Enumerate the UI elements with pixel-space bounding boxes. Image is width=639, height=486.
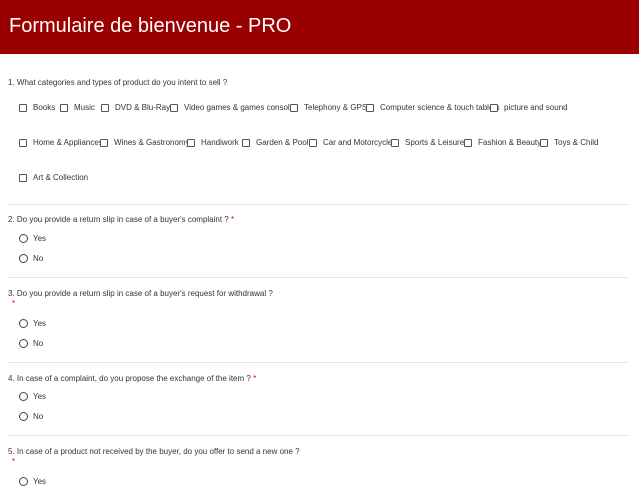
radio-circle[interactable] (19, 254, 28, 263)
form-title: Formulaire de bienvenue - PRO (9, 15, 292, 37)
checkbox-garden-pool[interactable]: Garden & Pool (242, 138, 308, 147)
checkbox-music[interactable]: Music (60, 103, 95, 112)
checkbox-handiwork[interactable]: Handiwork (187, 138, 239, 147)
checkbox-fashion-beauty[interactable]: Fashion & Beauty (464, 138, 541, 147)
checkbox-video-games[interactable]: Video games & games consoles (170, 103, 298, 112)
checkbox-box[interactable] (170, 103, 178, 112)
required-marker: * (12, 457, 16, 466)
radio-q2-yes[interactable]: Yes (19, 234, 46, 243)
radio-circle[interactable] (19, 477, 28, 486)
radio-circle[interactable] (19, 392, 28, 401)
checkbox-box[interactable] (309, 138, 317, 147)
checkbox-box[interactable] (19, 103, 27, 112)
radio-q4-yes[interactable]: Yes (19, 392, 46, 401)
checkbox-box[interactable] (464, 138, 472, 147)
form-content: 1. What categories and types of product … (0, 54, 639, 486)
radio-circle[interactable] (19, 339, 28, 348)
required-marker: * (231, 215, 235, 224)
question-1-label: 1. What categories and types of product … (8, 78, 228, 87)
divider (8, 204, 628, 205)
checkbox-box[interactable] (490, 103, 498, 112)
radio-circle[interactable] (19, 412, 28, 421)
checkbox-box[interactable] (540, 138, 548, 147)
checkbox-computer-science[interactable]: Computer science & touch tablets (366, 103, 500, 112)
checkbox-box[interactable] (391, 138, 399, 147)
checkbox-picture-sound[interactable]: picture and sound (490, 103, 568, 112)
radio-q4-no[interactable]: No (19, 412, 43, 421)
divider (8, 362, 628, 363)
required-marker: * (12, 299, 16, 308)
checkbox-box[interactable] (366, 103, 374, 112)
question-3-label: 3. Do you provide a return slip in case … (8, 289, 273, 298)
radio-circle[interactable] (19, 319, 28, 328)
checkbox-wines-gastronomy[interactable]: Wines & Gastronomy (100, 138, 190, 147)
checkbox-box[interactable] (19, 173, 27, 182)
checkbox-home-appliances[interactable]: Home & Appliances (19, 138, 103, 147)
checkbox-box[interactable] (242, 138, 250, 147)
divider (8, 277, 628, 278)
divider (8, 435, 628, 436)
checkbox-telephony-gps[interactable]: Telephony & GPS (290, 103, 367, 112)
checkbox-books[interactable]: Books (19, 103, 55, 112)
checkbox-car-motorcycle[interactable]: Car and Motorcycle (309, 138, 392, 147)
radio-q3-no[interactable]: No (19, 339, 43, 348)
question-2-label: 2. Do you provide a return slip in case … (8, 215, 235, 224)
question-4-label: 4. In case of a complaint, do you propos… (8, 374, 257, 383)
radio-q2-no[interactable]: No (19, 254, 43, 263)
radio-circle[interactable] (19, 234, 28, 243)
radio-q5-yes[interactable]: Yes (19, 477, 46, 486)
checkbox-box[interactable] (19, 138, 27, 147)
checkbox-box[interactable] (187, 138, 195, 147)
checkbox-dvd-bluray[interactable]: DVD & Blu-Ray (101, 103, 170, 112)
question-5-label: 5. In case of a product not received by … (8, 447, 300, 456)
radio-q3-yes[interactable]: Yes (19, 319, 46, 328)
checkbox-sports-leisure[interactable]: Sports & Leisure (391, 138, 464, 147)
checkbox-toys-child[interactable]: Toys & Child (540, 138, 598, 147)
form-header: Formulaire de bienvenue - PRO (0, 0, 639, 54)
checkbox-box[interactable] (100, 138, 108, 147)
checkbox-art-collection[interactable]: Art & Collection (19, 173, 88, 182)
required-marker: * (253, 374, 257, 383)
checkbox-box[interactable] (101, 103, 109, 112)
checkbox-box[interactable] (290, 103, 298, 112)
checkbox-box[interactable] (60, 103, 68, 112)
